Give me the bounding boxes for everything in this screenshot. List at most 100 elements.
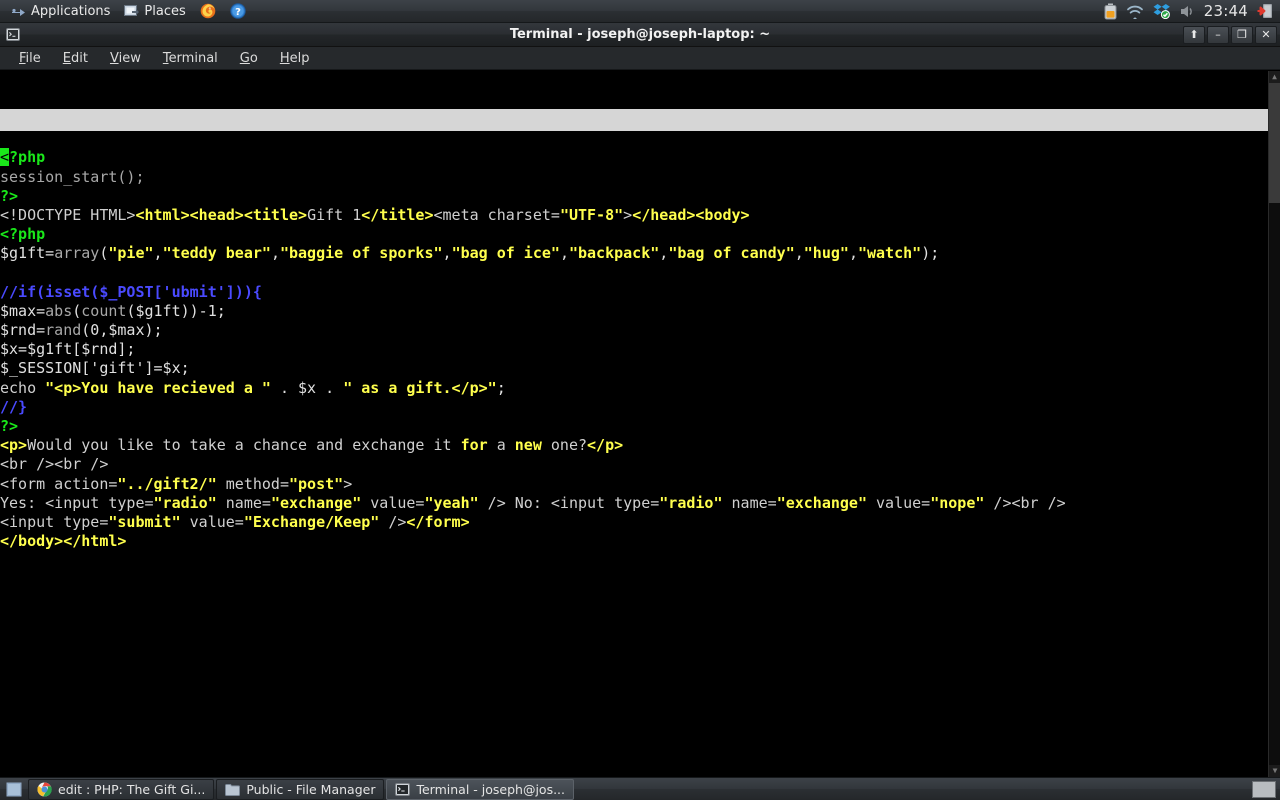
menu-edit[interactable]: Edit bbox=[52, 49, 99, 68]
task-button-file-manager-label: Public - File Manager bbox=[246, 781, 376, 797]
minimize-button[interactable]: – bbox=[1207, 25, 1229, 44]
code-span: /> bbox=[379, 512, 407, 531]
code-span: Yes: <input type= bbox=[0, 493, 154, 512]
close-button[interactable]: ✕ bbox=[1255, 25, 1277, 44]
places-menu[interactable]: Places bbox=[117, 0, 192, 23]
terminal-screen[interactable]: GNU nano 2.2.2 File: /var/www/gift1/inde… bbox=[0, 71, 1280, 777]
code-span: $g1ft= bbox=[0, 244, 55, 263]
code-span: ?php bbox=[9, 148, 46, 167]
code-span: , bbox=[848, 244, 858, 263]
code-span: ; bbox=[496, 378, 506, 397]
code-line: ?> bbox=[0, 417, 1268, 436]
menu-terminal-rest: erminal bbox=[168, 50, 218, 66]
code-span: a bbox=[487, 436, 515, 455]
code-span: ?> bbox=[0, 186, 19, 205]
code-span: " as a gift.</p>" bbox=[343, 378, 497, 397]
code-span: name= bbox=[216, 493, 271, 512]
code-span: "bag of ice" bbox=[451, 244, 560, 263]
code-span: <input type= bbox=[0, 512, 109, 531]
code-span: "backpack" bbox=[568, 244, 660, 263]
menu-arrow-icon bbox=[11, 5, 26, 18]
nano-text-area[interactable]: <?php session_start(); ?> <!DOCTYPE HTML><h… bbox=[0, 148, 1268, 551]
shade-button[interactable]: ⬆ bbox=[1183, 25, 1205, 44]
code-span: <p> bbox=[0, 436, 28, 455]
code-span: //} bbox=[0, 397, 28, 416]
code-span: method= bbox=[216, 474, 289, 493]
code-line: <!DOCTYPE HTML><html><head><title>Gift 1… bbox=[0, 206, 1268, 225]
menu-help[interactable]: Help bbox=[269, 49, 321, 68]
volume-icon[interactable] bbox=[1179, 4, 1195, 19]
scroll-up-icon[interactable]: ▲ bbox=[1268, 71, 1280, 83]
clock[interactable]: 23:44 bbox=[1204, 2, 1248, 20]
window-titlebar[interactable]: Terminal - joseph@joseph-laptop: ~ ⬆ – ❐… bbox=[0, 23, 1280, 47]
code-span: "Exchange/Keep" bbox=[243, 512, 380, 531]
code-span: , bbox=[270, 244, 280, 263]
menu-terminal[interactable]: Terminal bbox=[152, 49, 229, 68]
code-span: "submit" bbox=[108, 512, 181, 531]
code-span: <?php bbox=[0, 225, 46, 244]
show-desktop-button[interactable] bbox=[3, 779, 25, 800]
scroll-down-icon[interactable]: ▼ bbox=[1269, 765, 1280, 777]
code-span: ); bbox=[921, 244, 940, 263]
menu-view[interactable]: View bbox=[99, 49, 152, 68]
code-span: "nope" bbox=[930, 493, 985, 512]
dropbox-icon[interactable] bbox=[1153, 3, 1170, 19]
code-span: "radio" bbox=[153, 493, 217, 512]
code-span: "yeah" bbox=[424, 493, 479, 512]
workspace-switcher[interactable] bbox=[1252, 780, 1276, 798]
help-launcher[interactable]: ? bbox=[223, 0, 253, 23]
task-button-terminal[interactable]: Terminal - joseph@jos... bbox=[386, 778, 575, 800]
code-line: <br /><br /> bbox=[0, 455, 1268, 474]
scrollbar-thumb[interactable] bbox=[1269, 83, 1280, 203]
text-cursor: < bbox=[0, 148, 10, 167]
code-span: new bbox=[514, 436, 542, 455]
maximize-button[interactable]: ❐ bbox=[1231, 25, 1253, 44]
code-span: value= bbox=[867, 493, 931, 512]
code-line: $x=$g1ft[$rnd]; bbox=[0, 340, 1268, 359]
task-button-file-manager[interactable]: Public - File Manager bbox=[216, 778, 385, 800]
code-span: //if(isset($_POST['ubmit'])){ bbox=[0, 282, 262, 301]
code-line: //} bbox=[0, 398, 1268, 417]
code-span: <meta charset= bbox=[433, 205, 560, 224]
code-span: value= bbox=[180, 512, 244, 531]
code-span: ( bbox=[72, 301, 82, 320]
menu-view-mnemonic: V bbox=[109, 50, 119, 66]
menu-file-rest: ile bbox=[25, 50, 41, 66]
menu-file[interactable]: File bbox=[8, 49, 52, 68]
applications-menu[interactable]: Applications bbox=[4, 0, 117, 23]
code-line: echo "<p>You have recieved a " . $x . " … bbox=[0, 379, 1268, 398]
terminal-window-icon bbox=[6, 28, 20, 41]
code-span: , bbox=[559, 244, 569, 263]
nano-title-bar: GNU nano 2.2.2 File: /var/www/gift1/inde… bbox=[0, 109, 1268, 173]
code-span: </p> bbox=[587, 436, 624, 455]
code-span: Would you like to take a chance and exch… bbox=[27, 436, 461, 455]
code-span: "post" bbox=[289, 474, 344, 493]
task-button-chrome[interactable]: edit : PHP: The Gift Gi... bbox=[28, 778, 215, 800]
folder-places-icon bbox=[124, 4, 140, 18]
code-span: $_SESSION['gift']=$x; bbox=[0, 359, 190, 378]
code-span: "teddy bear" bbox=[162, 244, 271, 263]
code-span: $x=$g1ft[$rnd]; bbox=[0, 340, 136, 359]
terminal-scrollbar[interactable]: ▲ ▼ bbox=[1268, 71, 1280, 777]
code-line: <p>Would you like to take a chance and e… bbox=[0, 436, 1268, 455]
code-span: </title> bbox=[361, 205, 434, 224]
show-desktop-icon bbox=[6, 782, 22, 797]
firefox-icon bbox=[200, 3, 216, 19]
menu-help-rest: elp bbox=[289, 50, 310, 66]
firefox-launcher[interactable] bbox=[193, 0, 223, 23]
applications-label: Applications bbox=[31, 3, 111, 19]
code-line: Yes: <input type="radio" name="exchange"… bbox=[0, 494, 1268, 513]
code-span: <!DOCTYPE HTML> bbox=[0, 205, 136, 224]
battery-icon[interactable] bbox=[1104, 3, 1117, 20]
code-span: "radio" bbox=[659, 493, 723, 512]
logout-icon[interactable] bbox=[1257, 3, 1273, 19]
code-line: //if(isset($_POST['ubmit'])){ bbox=[0, 283, 1268, 302]
code-span: echo bbox=[0, 378, 46, 397]
code-span: name= bbox=[722, 493, 777, 512]
code-span: rand bbox=[45, 321, 82, 340]
network-wireless-icon[interactable] bbox=[1126, 4, 1144, 19]
code-span: $max= bbox=[0, 301, 46, 320]
menu-go[interactable]: Go bbox=[229, 49, 269, 68]
menu-go-rest: o bbox=[249, 50, 258, 66]
